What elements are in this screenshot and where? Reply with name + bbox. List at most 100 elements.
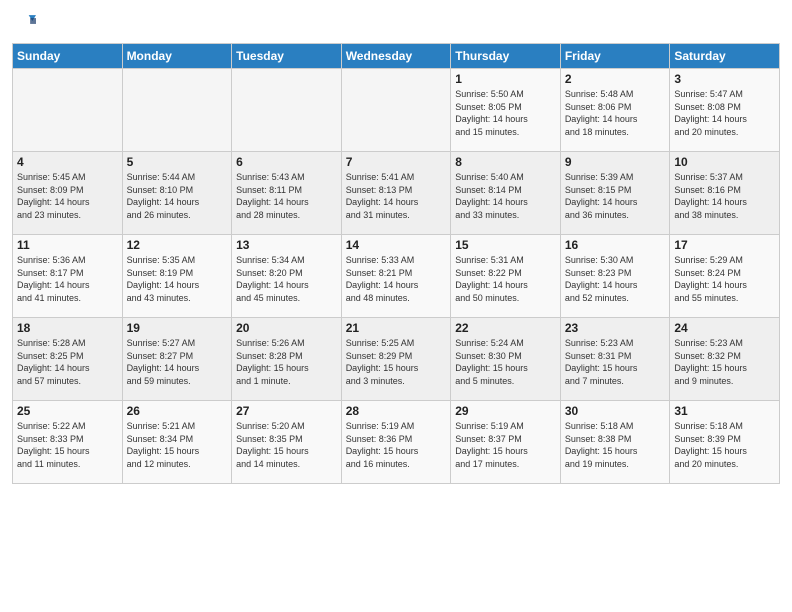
day-number: 2 — [565, 72, 666, 86]
day-info: Sunrise: 5:43 AM Sunset: 8:11 PM Dayligh… — [236, 171, 337, 221]
day-number: 27 — [236, 404, 337, 418]
logo-icon — [14, 10, 36, 32]
day-number: 24 — [674, 321, 775, 335]
day-info: Sunrise: 5:44 AM Sunset: 8:10 PM Dayligh… — [127, 171, 228, 221]
day-number: 23 — [565, 321, 666, 335]
calendar-week-3: 11Sunrise: 5:36 AM Sunset: 8:17 PM Dayli… — [13, 235, 780, 318]
calendar-cell: 28 Sunrise: 5:19 AM Sunset: 8:36 PM Dayli… — [341, 401, 451, 484]
day-number: 17 — [674, 238, 775, 252]
day-number: 25 — [17, 404, 118, 418]
day-number: 13 — [236, 238, 337, 252]
day-number: 31 — [674, 404, 775, 418]
calendar-week-1: 1 Sunrise: 5:50 AM Sunset: 8:05 PM Daylig… — [13, 69, 780, 152]
day-info: Sunrise: 5:48 AM Sunset: 8:06 PM Dayligh… — [565, 88, 666, 138]
day-number: 8 — [455, 155, 556, 169]
day-info: Sunrise: 5:31 AM Sunset: 8:22 PM Dayligh… — [455, 254, 556, 304]
day-info: Sunrise: 5:35 AM Sunset: 8:19 PM Dayligh… — [127, 254, 228, 304]
day-info: Sunrise: 5:25 AM Sunset: 8:29 PM Dayligh… — [346, 337, 447, 387]
day-info: Sunrise: 5:36 AM Sunset: 8:17 PM Dayligh… — [17, 254, 118, 304]
calendar-cell: 12 Sunrise: 5:35 AM Sunset: 8:19 PM Dayli… — [122, 235, 232, 318]
weekday-header-saturday: Saturday — [670, 44, 780, 69]
day-number: 9 — [565, 155, 666, 169]
day-info: Sunrise: 5:18 AM Sunset: 8:38 PM Dayligh… — [565, 420, 666, 470]
calendar-cell: 24 Sunrise: 5:23 AM Sunset: 8:32 PM Dayli… — [670, 318, 780, 401]
day-number: 12 — [127, 238, 228, 252]
day-info: Sunrise: 5:47 AM Sunset: 8:08 PM Dayligh… — [674, 88, 775, 138]
calendar-cell: 21Sunrise: 5:25 AM Sunset: 8:29 PM Dayli… — [341, 318, 451, 401]
day-number: 26 — [127, 404, 228, 418]
day-number: 29 — [455, 404, 556, 418]
calendar-cell: 17 Sunrise: 5:29 AM Sunset: 8:24 PM Dayli… — [670, 235, 780, 318]
calendar-cell: 19 Sunrise: 5:27 AM Sunset: 8:27 PM Dayli… — [122, 318, 232, 401]
calendar-cell: 4Sunrise: 5:45 AM Sunset: 8:09 PM Daylig… — [13, 152, 123, 235]
day-info: Sunrise: 5:21 AM Sunset: 8:34 PM Dayligh… — [127, 420, 228, 470]
calendar-cell: 16 Sunrise: 5:30 AM Sunset: 8:23 PM Dayli… — [560, 235, 670, 318]
calendar-cell: 30 Sunrise: 5:18 AM Sunset: 8:38 PM Dayli… — [560, 401, 670, 484]
calendar-cell: 14 Sunrise: 5:33 AM Sunset: 8:21 PM Dayli… — [341, 235, 451, 318]
calendar-cell: 18 Sunrise: 5:28 AM Sunset: 8:25 PM Dayli… — [13, 318, 123, 401]
logo — [12, 10, 36, 37]
calendar-cell: 8Sunrise: 5:40 AM Sunset: 8:14 PM Daylig… — [451, 152, 561, 235]
calendar-cell: 29 Sunrise: 5:19 AM Sunset: 8:37 PM Dayli… — [451, 401, 561, 484]
weekday-header-thursday: Thursday — [451, 44, 561, 69]
day-number: 7 — [346, 155, 447, 169]
weekday-header-sunday: Sunday — [13, 44, 123, 69]
day-info: Sunrise: 5:22 AM Sunset: 8:33 PM Dayligh… — [17, 420, 118, 470]
calendar-cell: 1 Sunrise: 5:50 AM Sunset: 8:05 PM Daylig… — [451, 69, 561, 152]
page-container: SundayMondayTuesdayWednesdayThursdayFrid… — [0, 0, 792, 492]
calendar-table: SundayMondayTuesdayWednesdayThursdayFrid… — [12, 43, 780, 484]
day-info: Sunrise: 5:18 AM Sunset: 8:39 PM Dayligh… — [674, 420, 775, 470]
weekday-header-wednesday: Wednesday — [341, 44, 451, 69]
day-number: 14 — [346, 238, 447, 252]
calendar-cell: 2 Sunrise: 5:48 AM Sunset: 8:06 PM Daylig… — [560, 69, 670, 152]
calendar-cell: 7Sunrise: 5:41 AM Sunset: 8:13 PM Daylig… — [341, 152, 451, 235]
calendar-cell: 5Sunrise: 5:44 AM Sunset: 8:10 PM Daylig… — [122, 152, 232, 235]
calendar-cell: 3 Sunrise: 5:47 AM Sunset: 8:08 PM Daylig… — [670, 69, 780, 152]
day-info: Sunrise: 5:30 AM Sunset: 8:23 PM Dayligh… — [565, 254, 666, 304]
day-number: 6 — [236, 155, 337, 169]
day-info: Sunrise: 5:19 AM Sunset: 8:36 PM Dayligh… — [346, 420, 447, 470]
day-number: 1 — [455, 72, 556, 86]
calendar-cell — [341, 69, 451, 152]
calendar-cell: 22 Sunrise: 5:24 AM Sunset: 8:30 PM Dayli… — [451, 318, 561, 401]
calendar-cell: 6 Sunrise: 5:43 AM Sunset: 8:11 PM Daylig… — [232, 152, 342, 235]
day-info: Sunrise: 5:24 AM Sunset: 8:30 PM Dayligh… — [455, 337, 556, 387]
day-info: Sunrise: 5:29 AM Sunset: 8:24 PM Dayligh… — [674, 254, 775, 304]
day-number: 10 — [674, 155, 775, 169]
day-number: 22 — [455, 321, 556, 335]
calendar-cell: 13 Sunrise: 5:34 AM Sunset: 8:20 PM Dayli… — [232, 235, 342, 318]
day-info: Sunrise: 5:33 AM Sunset: 8:21 PM Dayligh… — [346, 254, 447, 304]
day-info: Sunrise: 5:37 AM Sunset: 8:16 PM Dayligh… — [674, 171, 775, 221]
weekday-header-row: SundayMondayTuesdayWednesdayThursdayFrid… — [13, 44, 780, 69]
day-number: 16 — [565, 238, 666, 252]
day-number: 15 — [455, 238, 556, 252]
calendar-cell: 31 Sunrise: 5:18 AM Sunset: 8:39 PM Dayli… — [670, 401, 780, 484]
calendar-cell: 23 Sunrise: 5:23 AM Sunset: 8:31 PM Dayli… — [560, 318, 670, 401]
day-number: 19 — [127, 321, 228, 335]
weekday-header-tuesday: Tuesday — [232, 44, 342, 69]
day-info: Sunrise: 5:19 AM Sunset: 8:37 PM Dayligh… — [455, 420, 556, 470]
day-number: 30 — [565, 404, 666, 418]
day-info: Sunrise: 5:26 AM Sunset: 8:28 PM Dayligh… — [236, 337, 337, 387]
day-info: Sunrise: 5:23 AM Sunset: 8:32 PM Dayligh… — [674, 337, 775, 387]
weekday-header-monday: Monday — [122, 44, 232, 69]
day-info: Sunrise: 5:39 AM Sunset: 8:15 PM Dayligh… — [565, 171, 666, 221]
calendar-week-5: 25 Sunrise: 5:22 AM Sunset: 8:33 PM Dayli… — [13, 401, 780, 484]
day-info: Sunrise: 5:50 AM Sunset: 8:05 PM Dayligh… — [455, 88, 556, 138]
day-info: Sunrise: 5:45 AM Sunset: 8:09 PM Dayligh… — [17, 171, 118, 221]
day-info: Sunrise: 5:34 AM Sunset: 8:20 PM Dayligh… — [236, 254, 337, 304]
day-number: 3 — [674, 72, 775, 86]
calendar-cell: 15 Sunrise: 5:31 AM Sunset: 8:22 PM Dayli… — [451, 235, 561, 318]
day-info: Sunrise: 5:20 AM Sunset: 8:35 PM Dayligh… — [236, 420, 337, 470]
day-info: Sunrise: 5:28 AM Sunset: 8:25 PM Dayligh… — [17, 337, 118, 387]
calendar-cell: 20Sunrise: 5:26 AM Sunset: 8:28 PM Dayli… — [232, 318, 342, 401]
day-number: 28 — [346, 404, 447, 418]
day-info: Sunrise: 5:23 AM Sunset: 8:31 PM Dayligh… — [565, 337, 666, 387]
calendar-cell: 26 Sunrise: 5:21 AM Sunset: 8:34 PM Dayli… — [122, 401, 232, 484]
day-number: 18 — [17, 321, 118, 335]
calendar-cell: 27 Sunrise: 5:20 AM Sunset: 8:35 PM Dayli… — [232, 401, 342, 484]
calendar-week-4: 18 Sunrise: 5:28 AM Sunset: 8:25 PM Dayli… — [13, 318, 780, 401]
calendar-cell — [13, 69, 123, 152]
calendar-week-2: 4Sunrise: 5:45 AM Sunset: 8:09 PM Daylig… — [13, 152, 780, 235]
day-info: Sunrise: 5:27 AM Sunset: 8:27 PM Dayligh… — [127, 337, 228, 387]
